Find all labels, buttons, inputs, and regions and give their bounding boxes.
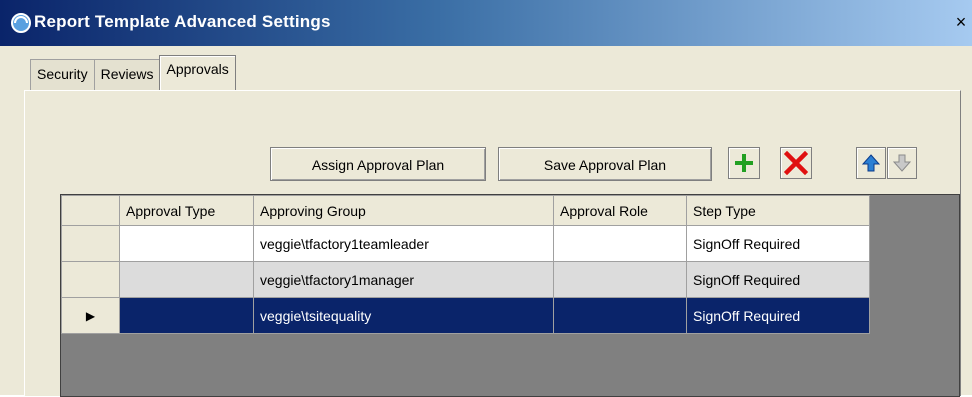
row-header[interactable] [61, 225, 120, 262]
approval-grid[interactable]: Approval Type Approving Group Approval R… [60, 194, 960, 397]
cell-approval-role[interactable] [553, 261, 687, 298]
cell-approval-role[interactable] [553, 297, 687, 334]
column-header-step-type[interactable]: Step Type [686, 195, 870, 226]
tab-reviews[interactable]: Reviews [93, 59, 161, 91]
assign-approval-plan-button[interactable]: Assign Approval Plan [270, 147, 486, 181]
table-row[interactable]: veggie\tfactory1teamleader SignOff Requi… [61, 225, 870, 262]
cell-approval-role[interactable] [553, 225, 687, 262]
header-row: Approval Type Approving Group Approval R… [61, 195, 870, 226]
app-icon [11, 13, 31, 33]
current-row-marker-icon[interactable]: ▶ [61, 297, 120, 334]
row-header[interactable] [61, 261, 120, 298]
cell-approval-type[interactable] [119, 225, 254, 262]
table-row-selected[interactable]: ▶ veggie\tsitequality SignOff Required [61, 297, 870, 334]
close-icon[interactable]: × [952, 13, 970, 32]
tab-approvals[interactable]: Approvals [159, 55, 236, 92]
save-approval-plan-button[interactable]: Save Approval Plan [498, 147, 712, 181]
arrow-down-icon [892, 154, 912, 172]
cell-approving-group[interactable]: veggie\tfactory1teamleader [253, 225, 554, 262]
approval-table: Approval Type Approving Group Approval R… [61, 195, 870, 334]
move-up-button[interactable] [856, 147, 886, 179]
tab-security[interactable]: Security [30, 59, 95, 91]
arrow-up-icon [861, 154, 881, 172]
cell-approving-group[interactable]: veggie\tfactory1manager [253, 261, 554, 298]
dialog-window: Report Template Advanced Settings × Secu… [0, 0, 972, 397]
window-title: Report Template Advanced Settings [34, 12, 331, 31]
cell-approval-type[interactable] [119, 261, 254, 298]
tab-strip: Security Reviews Approvals [30, 55, 236, 92]
corner-header [61, 195, 120, 226]
cell-step-type[interactable]: SignOff Required [686, 261, 870, 298]
title-bar[interactable]: Report Template Advanced Settings × [0, 0, 972, 46]
delete-button[interactable] [780, 147, 812, 179]
cell-step-type[interactable]: SignOff Required [686, 225, 870, 262]
column-header-approval-role[interactable]: Approval Role [553, 195, 687, 226]
cell-step-type[interactable]: SignOff Required [686, 297, 870, 334]
add-button[interactable] [728, 147, 760, 179]
cell-approval-type[interactable] [119, 297, 254, 334]
x-icon [784, 151, 808, 175]
plus-icon [735, 154, 753, 172]
table-row[interactable]: veggie\tfactory1manager SignOff Required [61, 261, 870, 298]
cell-approving-group[interactable]: veggie\tsitequality [253, 297, 554, 334]
column-header-approving-group[interactable]: Approving Group [253, 195, 554, 226]
column-header-approval-type[interactable]: Approval Type [119, 195, 254, 226]
move-down-button[interactable] [887, 147, 917, 179]
